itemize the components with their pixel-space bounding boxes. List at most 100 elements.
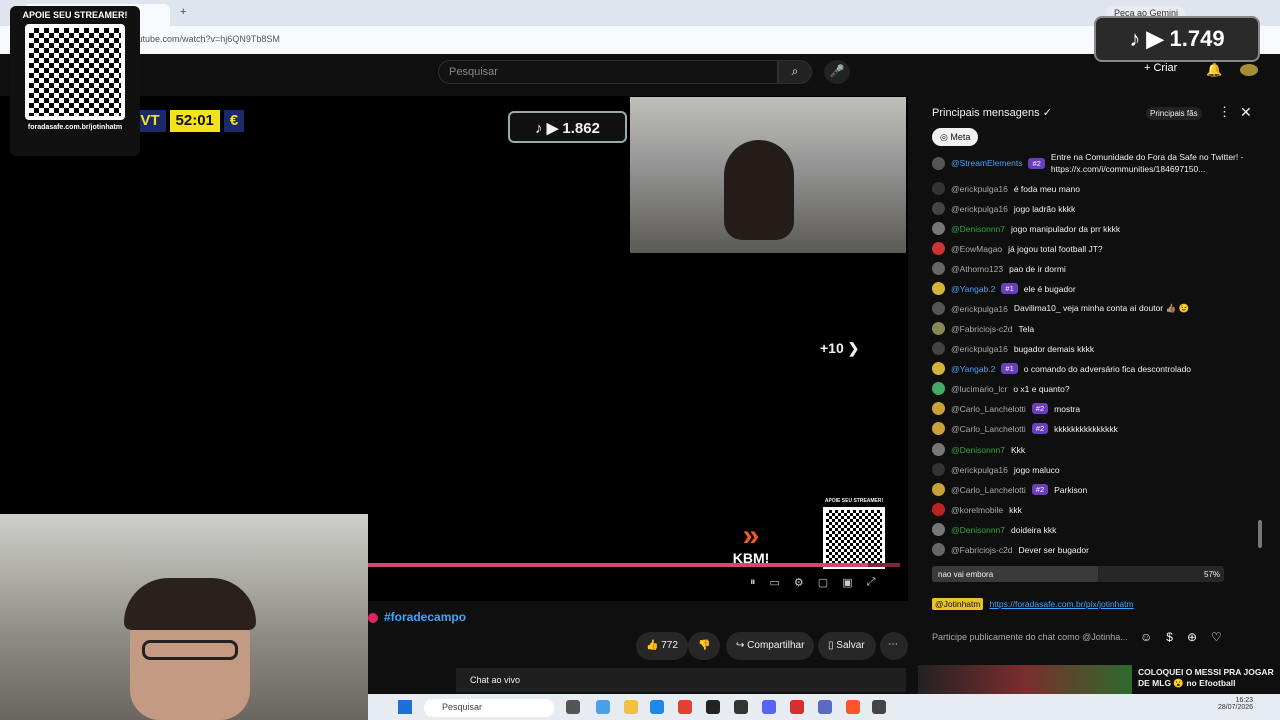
skip-forward-button[interactable]: +10 ❯: [820, 340, 859, 357]
dislike-button[interactable]: 👎: [688, 632, 720, 660]
close-icon[interactable]: ✕: [1240, 104, 1252, 121]
top-fans-button[interactable]: Principais fãs: [1146, 107, 1202, 120]
avatar[interactable]: [932, 262, 945, 275]
brave-icon[interactable]: [846, 700, 860, 714]
chat-author[interactable]: @StreamElements: [951, 158, 1022, 168]
app-icon[interactable]: [790, 700, 804, 714]
chat-menu-icon[interactable]: ⋮: [1218, 104, 1231, 120]
bell-icon[interactable]: 🔔: [1206, 62, 1222, 78]
chat-author[interactable]: @EowMagao: [951, 244, 1002, 254]
pinned-message: @Jotinhatm https://foradasafe.com.br/pix…: [932, 598, 1134, 610]
more-button[interactable]: ⋯: [880, 632, 908, 660]
folder-icon[interactable]: [624, 700, 638, 714]
avatar[interactable]: [932, 302, 945, 315]
promo-title[interactable]: COLOQUEI O MESSI PRA JOGAR DE MLG 😮 no E…: [1138, 667, 1280, 689]
chat-author[interactable]: @erickpulga16: [951, 184, 1008, 194]
avatar[interactable]: [932, 402, 945, 415]
avatar[interactable]: [932, 222, 945, 235]
avatar[interactable]: [932, 523, 945, 536]
chat-author[interactable]: @lucimario_lcr: [951, 384, 1007, 394]
avatar[interactable]: [932, 242, 945, 255]
tiktok-youtube-icon: ♪ ▶: [1129, 26, 1170, 51]
chat-author[interactable]: @Carlo_Lanchelotti: [951, 424, 1026, 434]
pause-icon[interactable]: ⏸: [750, 576, 756, 589]
pinned-link[interactable]: https://foradasafe.com.br/pix/jotinhatm: [989, 599, 1133, 609]
chat-scrollbar[interactable]: [1258, 520, 1262, 548]
chat-author[interactable]: @erickpulga16: [951, 465, 1008, 475]
share-button[interactable]: ↪ Compartilhar: [726, 632, 814, 660]
search-button[interactable]: ⌕: [778, 60, 812, 84]
edge-icon[interactable]: [650, 700, 664, 714]
progress-fill[interactable]: [368, 563, 868, 567]
avatar[interactable]: [932, 503, 945, 516]
avatar[interactable]: [932, 182, 945, 195]
avatar[interactable]: [932, 382, 945, 395]
taskbar-search[interactable]: Pesquisar: [424, 699, 554, 717]
subtitles-icon[interactable]: ▭: [770, 576, 780, 589]
avatar[interactable]: [932, 483, 945, 496]
taskbar-clock[interactable]: 16:23 28/07/2026: [1218, 697, 1253, 711]
obs-icon[interactable]: [734, 700, 748, 714]
chat-author[interactable]: @Denisonnn7: [951, 224, 1005, 234]
avatar[interactable]: [1240, 64, 1258, 76]
copilot-icon[interactable]: [596, 700, 610, 714]
new-tab-icon[interactable]: +: [180, 6, 186, 18]
avatar[interactable]: [932, 322, 945, 335]
grid-app-icon[interactable]: [818, 700, 832, 714]
avatar[interactable]: [932, 342, 945, 355]
cast-icon[interactable]: ▣: [842, 576, 852, 589]
chat-title[interactable]: Principais mensagens ✓: [932, 106, 1052, 119]
chat-author[interactable]: @erickpulga16: [951, 304, 1008, 314]
chat-author[interactable]: @erickpulga16: [951, 344, 1008, 354]
avatar[interactable]: [932, 422, 945, 435]
qr-code-icon: [25, 24, 125, 120]
chat-replay-bar[interactable]: Chat ao vivo: [456, 668, 906, 692]
pinned-author[interactable]: @Jotinhatm: [932, 598, 984, 610]
chat-author[interactable]: @erickpulga16: [951, 204, 1008, 214]
chat-author[interactable]: @Fabriciojs-c2d: [951, 324, 1013, 334]
meta-chip[interactable]: ◎ Meta: [932, 128, 979, 146]
heart-icon[interactable]: ♡: [1211, 630, 1222, 644]
chat-author[interactable]: @Carlo_Lanchelotti: [951, 404, 1026, 414]
theater-icon[interactable]: ▢: [818, 576, 828, 589]
create-button[interactable]: + Criar: [1144, 62, 1177, 74]
search-input[interactable]: Pesquisar: [438, 60, 778, 84]
url-text[interactable]: youtube.com/watch?v=hj6QN9Tb8SM: [128, 34, 280, 44]
chat-author[interactable]: @Carlo_Lanchelotti: [951, 485, 1026, 495]
chrome-icon[interactable]: [678, 700, 692, 714]
add-icon[interactable]: ⊕: [1187, 630, 1197, 644]
save-button[interactable]: ▯ Salvar: [818, 632, 876, 660]
avatar[interactable]: [932, 463, 945, 476]
chat-author[interactable]: @Fabriciojs-c2d: [951, 545, 1013, 555]
fullscreen-icon[interactable]: ⤢: [867, 576, 876, 589]
windows-start-icon[interactable]: [398, 700, 412, 714]
chat-author[interactable]: @korelmobile: [951, 505, 1003, 515]
chat-input[interactable]: Participe publicamente do chat como @Jot…: [932, 628, 1136, 648]
promo-thumbnail[interactable]: [918, 665, 1132, 694]
video-hashtag[interactable]: #foradecampo: [384, 610, 466, 624]
avatar[interactable]: [932, 156, 945, 170]
task-view-icon[interactable]: [566, 700, 580, 714]
app-icon[interactable]: [872, 700, 886, 714]
avatar[interactable]: [932, 282, 945, 295]
chat-message: @Fabriciojs-c2d Dever ser bugador: [932, 543, 1089, 556]
super-chat-icon[interactable]: $: [1166, 630, 1173, 644]
chat-text: Davilima10_ veja minha conta aí doutor 👍…: [1013, 303, 1190, 313]
chat-author[interactable]: @Yangab.2: [951, 284, 995, 294]
like-button[interactable]: 👍 772: [636, 632, 688, 660]
avatar[interactable]: [932, 362, 945, 375]
avatar[interactable]: [932, 202, 945, 215]
discord-icon[interactable]: [762, 700, 776, 714]
chat-author[interactable]: @Yangab.2: [951, 364, 995, 374]
chat-text: bugador demais kkkk: [1013, 343, 1095, 354]
emoji-icon[interactable]: ☺: [1140, 630, 1152, 644]
settings-icon[interactable]: ⚙: [794, 576, 804, 589]
mic-button[interactable]: 🎤: [824, 60, 850, 84]
chat-author[interactable]: @Athomo123: [951, 264, 1003, 274]
tiktok-icon[interactable]: [706, 700, 720, 714]
chat-author[interactable]: @Denisonnn7: [951, 445, 1005, 455]
chat-author[interactable]: @Denisonnn7: [951, 525, 1005, 535]
avatar[interactable]: [932, 543, 945, 556]
avatar[interactable]: [932, 443, 945, 456]
like-count: 772: [661, 640, 678, 651]
